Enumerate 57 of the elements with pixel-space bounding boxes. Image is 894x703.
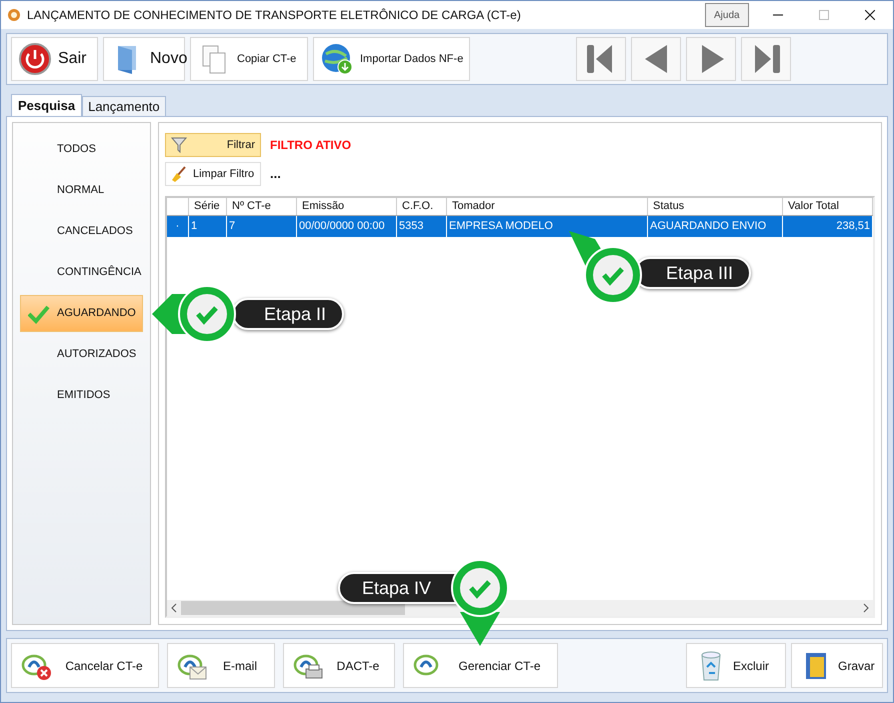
- sidebar-item[interactable]: AUTORIZADOS: [20, 336, 143, 373]
- column-header[interactable]: Nº CT-e: [227, 198, 297, 215]
- navigation-button[interactable]: [576, 37, 626, 81]
- scrollbar-thumb[interactable]: [181, 601, 405, 615]
- column-header[interactable]: Emissão: [297, 198, 397, 215]
- navigation-button[interactable]: [686, 37, 736, 81]
- filter-button[interactable]: Filtrar: [165, 133, 261, 157]
- sidebar-item[interactable]: AGUARDANDO: [20, 295, 143, 332]
- table-cell: AGUARDANDO ENVIO: [648, 216, 783, 237]
- column-header[interactable]: Tomador: [447, 198, 648, 215]
- table-cell: 5353: [397, 216, 447, 237]
- action-button[interactable]: Gerenciar CT-e: [403, 643, 558, 688]
- tab[interactable]: Lançamento: [82, 96, 166, 116]
- power-icon: [18, 42, 52, 76]
- table-row[interactable]: · 1 7 00/00/0000 00:00 5353 EMPRESA MODELO AGUARDANDO ENVIO 238,51: [167, 216, 873, 237]
- table-cell: 1: [189, 216, 227, 237]
- scroll-right-icon: [863, 603, 869, 613]
- close-icon: [865, 10, 875, 20]
- toolbar-button[interactable]: Copiar CT-e: [190, 37, 308, 81]
- action-button[interactable]: E-mail: [167, 643, 275, 688]
- action-button[interactable]: Gravar: [791, 643, 883, 688]
- sidebar-item[interactable]: CONTINGÊNCIA: [20, 254, 143, 291]
- callout-check-marker-icon: [150, 284, 238, 344]
- sidebar-item[interactable]: TODOS: [20, 131, 143, 168]
- tab[interactable]: Pesquisa: [11, 94, 82, 116]
- window-title: LANÇAMENTO DE CONHECIMENTO DE TRANSPORTE ELETRÔNICO DE CARGA (CT-e): [27, 7, 521, 24]
- column-header[interactable]: Série: [189, 198, 227, 215]
- sidebar-item[interactable]: EMITIDOS: [20, 377, 143, 414]
- action-button[interactable]: DACT-e: [283, 643, 395, 688]
- navigation-button[interactable]: [741, 37, 791, 81]
- toolbar-button[interactable]: Novo: [103, 37, 185, 81]
- table-cell: 00/00/0000 00:00: [297, 216, 397, 237]
- column-header[interactable]: C.F.O.: [397, 198, 447, 215]
- sidebar-item[interactable]: CANCELADOS: [20, 213, 143, 250]
- funnel-icon: [171, 137, 187, 153]
- sidebar-item[interactable]: NORMAL: [20, 172, 143, 209]
- app-icon: [7, 8, 21, 22]
- scroll-left-icon: [171, 603, 177, 613]
- more-indicator: ...: [270, 165, 281, 184]
- maximize-icon: [819, 10, 829, 20]
- tooltip: Ajuda: [705, 3, 749, 27]
- broom-icon: [171, 166, 187, 182]
- column-header[interactable]: Status: [648, 198, 783, 215]
- toolbar-button[interactable]: Importar Dados NF-e: [313, 37, 470, 81]
- filter-status: FILTRO ATIVO: [270, 137, 352, 154]
- action-button[interactable]: Excluir: [686, 643, 786, 688]
- action-button[interactable]: Cancelar CT-e: [11, 643, 159, 688]
- step-label: Etapa II: [232, 298, 344, 330]
- table-cell: 7: [227, 216, 297, 237]
- check-icon: [28, 304, 50, 324]
- clear-filter-button[interactable]: Limpar Filtro: [165, 162, 261, 186]
- horizontal-scrollbar[interactable]: [167, 600, 873, 616]
- column-header[interactable]: Valor Total: [783, 198, 873, 215]
- toolbar-button[interactable]: Sair: [11, 37, 98, 81]
- globe-icon: [320, 42, 354, 76]
- table-cell: 238,51: [783, 216, 873, 237]
- navigation-button[interactable]: [631, 37, 681, 81]
